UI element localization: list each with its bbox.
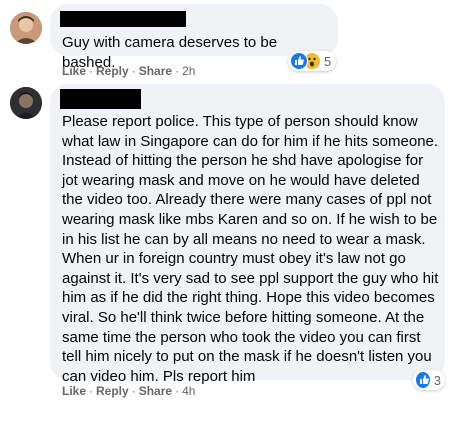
avatar[interactable] [10,87,42,119]
reaction-count: 3 [433,372,441,388]
avatar-image [10,87,42,119]
separator-dot: · [175,384,180,398]
reply-button[interactable]: Reply [96,64,129,78]
share-button[interactable]: Share [139,384,172,398]
comment-text: Please report police. This type of perso… [62,113,443,385]
separator-dot: · [89,384,94,398]
separator-dot: · [131,384,136,398]
comment-actions: Like · Reply · Share · 4h [62,384,195,398]
author-name-redacted[interactable] [60,11,186,27]
separator-dot: · [131,64,136,78]
avatar[interactable] [10,12,42,44]
comment-actions: Like · Reply · Share · 2h [62,64,195,78]
like-button[interactable]: Like [62,64,86,78]
comment-bubble: Guy with camera deserves to be bashed. [50,4,338,71]
reactions-summary[interactable]: 5 [288,51,336,71]
separator-dot: · [175,64,180,78]
separator-dot: · [89,64,94,78]
reactions-summary[interactable]: 3 [413,370,445,390]
comment-bubble: Please report police. This type of perso… [50,84,445,385]
like-button[interactable]: Like [62,384,86,398]
comment-1: Guy with camera deserves to be bashed. 5… [0,0,470,80]
timestamp-link[interactable]: 4h [182,384,195,398]
author-name-redacted[interactable] [60,89,141,109]
timestamp-link[interactable]: 2h [182,64,195,78]
share-button[interactable]: Share [139,64,172,78]
reply-button[interactable]: Reply [96,384,129,398]
comment-2: Please report police. This type of perso… [0,80,470,423]
avatar-image [10,12,42,44]
like-icon [290,52,308,70]
like-icon [415,371,431,389]
reaction-count: 5 [324,53,332,69]
